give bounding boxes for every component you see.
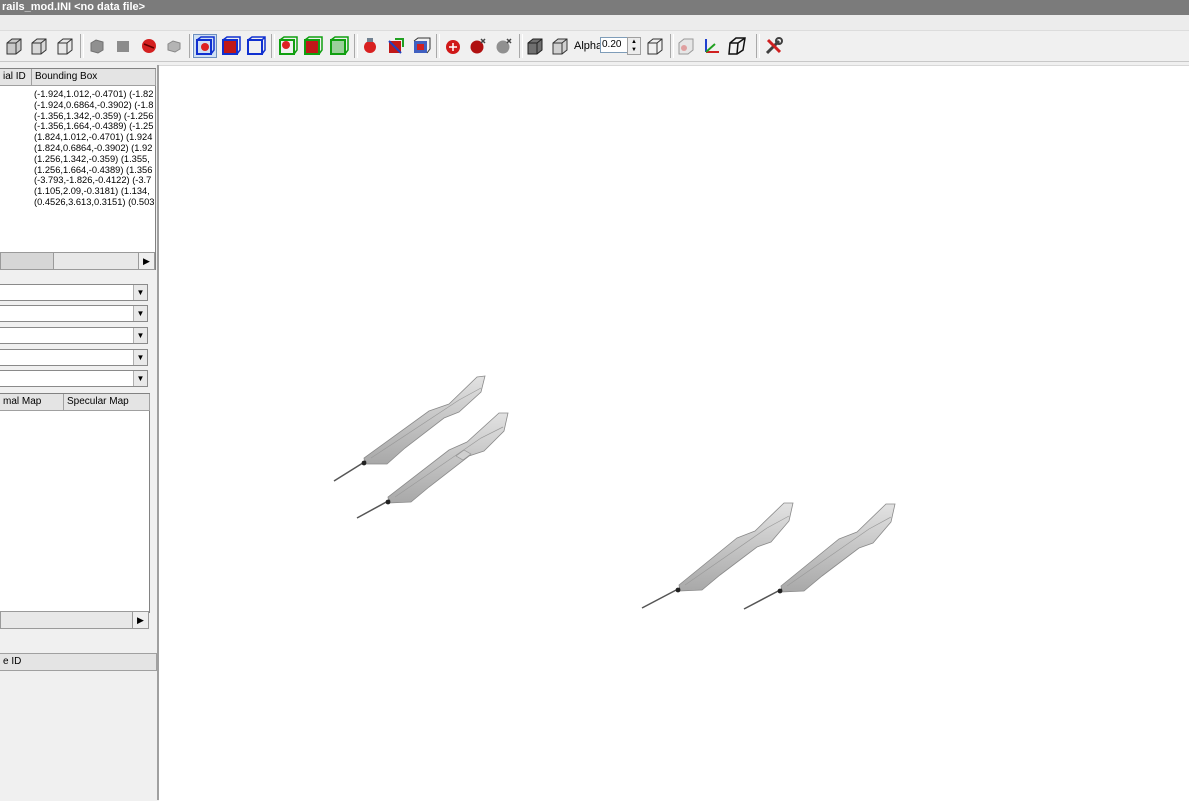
column-header-texture-id[interactable]: e ID [0,653,157,671]
select-green-red-icon[interactable] [277,35,299,57]
table-row[interactable]: (1.256,1.342,-0.359) (1.355, [34,154,155,165]
axes-icon[interactable] [700,35,722,57]
perspective-box-icon[interactable] [726,35,748,57]
window-title: rails_mod.INI <no data file> [2,1,146,13]
table-row[interactable]: (1.824,1.012,-0.4701) (1.924 [34,132,155,143]
select-blue-red-icon[interactable] [220,35,242,57]
material-color-icon[interactable] [385,35,407,57]
sphere-light-icon[interactable] [493,35,515,57]
3d-viewport[interactable] [159,65,1189,801]
mesh-table[interactable]: ial ID Bounding Box (-1.924,1.012,-0.470… [0,68,156,270]
material-table[interactable]: mal Map Specular Map [0,393,150,613]
chevron-down-icon[interactable]: ▼ [133,285,147,300]
select-blue-box-icon[interactable] [193,34,217,58]
tools-icon[interactable] [763,35,785,57]
column-header-bounding-box[interactable]: Bounding Box [32,69,156,86]
column-header-specular-map[interactable]: Specular Map [64,394,150,411]
toolbar: Alpha: 0.20 ▲ ▼ [0,31,1189,62]
alpha-box-icon[interactable] [644,35,666,57]
table-row[interactable]: (-1.356,1.342,-0.359) (-1.256 [34,111,155,122]
dropdown-2[interactable]: ▼ [0,305,148,322]
view-box-icon[interactable] [28,35,50,57]
solid-grey-icon[interactable] [163,35,185,57]
missile-model[interactable] [641,502,794,609]
chevron-down-icon[interactable]: ▼ [133,371,147,386]
dropdown-5[interactable]: ▼ [0,370,148,387]
dropdown-1[interactable]: ▼ [0,284,148,301]
column-header-normal-map[interactable]: mal Map [0,394,64,411]
view-box-icon[interactable] [54,35,76,57]
solid-red-icon[interactable] [138,35,160,57]
left-panel: ial ID Bounding Box (-1.924,1.012,-0.470… [0,65,159,800]
solid-shaded-icon[interactable] [86,35,108,57]
select-green-solid-icon[interactable] [302,35,324,57]
cube-dark-icon[interactable] [524,35,546,57]
select-green-outline-icon[interactable] [328,35,350,57]
dropdown-3[interactable]: ▼ [0,327,148,344]
table-row[interactable]: (-3.793,-1.826,-0.4122) (-3.7 [34,175,155,186]
alpha-input[interactable]: 0.20 [600,37,630,53]
table-row[interactable]: (0.4526,3.613,0.3151) (0.503 [34,197,155,208]
alpha-spinner[interactable]: ▲ ▼ [627,37,641,55]
material-multi-icon[interactable] [410,35,432,57]
table-row[interactable]: (1.105,2.09,-0.3181) (1.134, [34,186,155,197]
missile-model[interactable] [333,375,486,482]
sphere-red-icon[interactable] [442,35,464,57]
table-row[interactable]: (-1.924,1.012,-0.4701) (-1.82 [34,89,155,100]
title-bar: rails_mod.INI <no data file> [0,0,1189,15]
alpha-cube-icon[interactable] [675,35,697,57]
column-header-material-id[interactable]: ial ID [0,69,32,86]
view-box-icon[interactable] [3,35,25,57]
scrollbar-thumb[interactable] [1,253,54,269]
mesh-table-scrollbar[interactable]: ▶ [0,252,155,270]
material-table-scrollbar[interactable]: ▶ [0,611,149,629]
table-row[interactable]: (-1.924,0.6864,-0.3902) (-1.8 [34,100,155,111]
menu-bar [0,15,1189,31]
scroll-right-icon[interactable]: ▶ [132,612,148,628]
chevron-down-icon[interactable]: ▼ [133,350,147,365]
table-row[interactable]: (-1.356,1.664,-0.4389) (-1.25 [34,121,155,132]
chevron-down-icon[interactable]: ▼ [133,328,147,343]
material-red-icon[interactable] [359,35,381,57]
sphere-dark-icon[interactable] [467,35,489,57]
table-row[interactable]: (1.824,0.6864,-0.3902) (1.92 [34,143,155,154]
scroll-right-icon[interactable]: ▶ [138,253,154,269]
chevron-down-icon[interactable]: ▼ [133,306,147,321]
table-row[interactable]: (1.256,1.664,-0.4389) (1.356 [34,165,155,176]
cube-outline-icon[interactable] [549,35,571,57]
select-blue-outline-icon[interactable] [245,35,267,57]
missile-model[interactable] [356,412,509,519]
dropdown-4[interactable]: ▼ [0,349,148,366]
solid-flat-icon[interactable] [112,35,134,57]
